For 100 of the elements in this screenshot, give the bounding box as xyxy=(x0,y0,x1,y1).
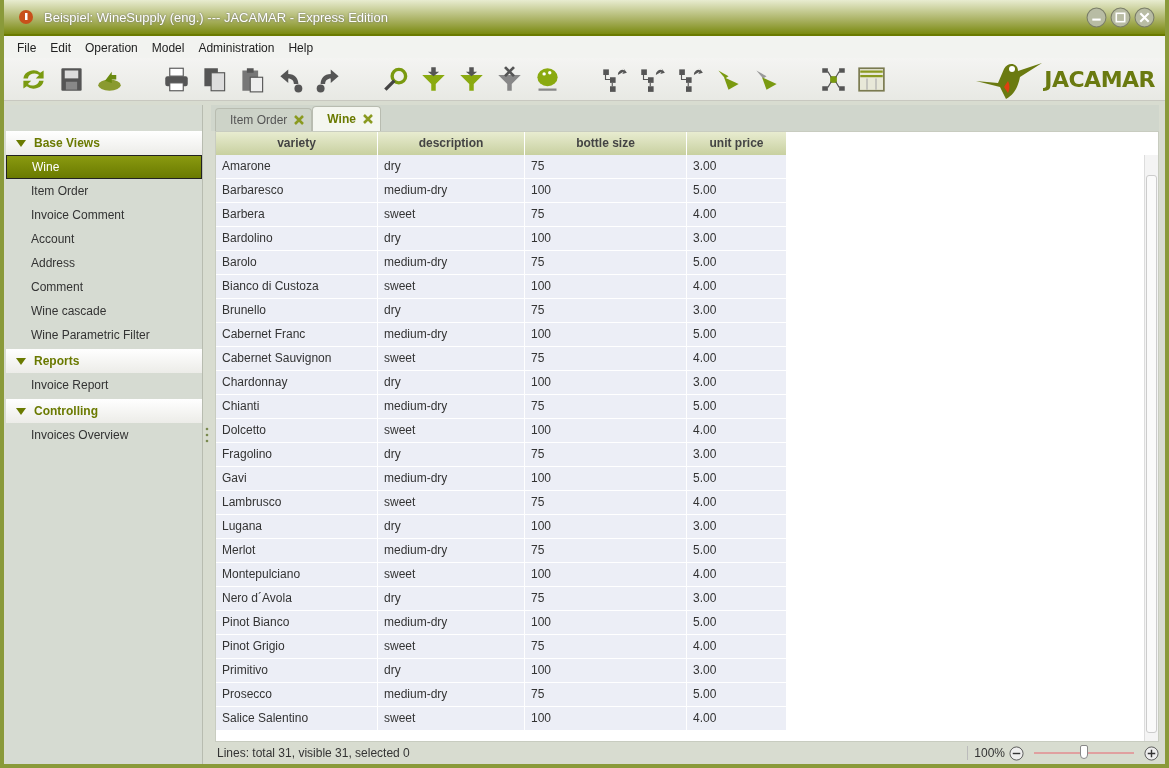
table-cell: 4.00 xyxy=(687,635,787,659)
table-cell: 100 xyxy=(525,275,687,299)
column-header[interactable]: unit price xyxy=(687,132,787,155)
table-cell: Cabernet Franc xyxy=(216,323,378,347)
table-cell: Dolcetto xyxy=(216,419,378,443)
table-cell: Chianti xyxy=(216,395,378,419)
network-icon[interactable] xyxy=(820,65,847,93)
table-cell: 100 xyxy=(525,515,687,539)
table-cell: Barbera xyxy=(216,203,378,227)
close-button[interactable] xyxy=(1134,6,1155,28)
filter-icon[interactable] xyxy=(420,65,447,93)
sidebar-item[interactable]: Wine xyxy=(6,155,202,179)
paste-icon[interactable] xyxy=(239,65,266,93)
table-cell: Fragolino xyxy=(216,443,378,467)
table-cell: Barolo xyxy=(216,251,378,275)
table-cell: medium-dry xyxy=(378,611,525,635)
table-cell: medium-dry xyxy=(378,179,525,203)
table-cell: medium-dry xyxy=(378,539,525,563)
table-cell: 100 xyxy=(525,707,687,731)
print-icon[interactable] xyxy=(163,65,190,93)
table-cell: sweet xyxy=(378,275,525,299)
table-cell: 5.00 xyxy=(687,611,787,635)
section-header[interactable]: Base Views xyxy=(6,131,202,155)
table-cell: dry xyxy=(378,515,525,539)
sidebar-item[interactable]: Account xyxy=(6,227,202,251)
table-cell: 4.00 xyxy=(687,203,787,227)
grip-icon[interactable] xyxy=(205,426,209,443)
table-cell: medium-dry xyxy=(378,467,525,491)
table-cell: 100 xyxy=(525,419,687,443)
menu-item[interactable]: Model xyxy=(144,41,192,55)
table-cell: 75 xyxy=(525,395,687,419)
sidebar-item[interactable]: Wine cascade xyxy=(6,299,202,323)
table-cell: 100 xyxy=(525,611,687,635)
menu-item[interactable]: File xyxy=(10,41,44,55)
sidebar-item[interactable]: Comment xyxy=(6,275,202,299)
table-cell: sweet xyxy=(378,419,525,443)
section-header[interactable]: Controlling xyxy=(6,399,202,423)
table-cell: 5.00 xyxy=(687,251,787,275)
table-cell: Salice Salentino xyxy=(216,707,378,731)
table-cell: 5.00 xyxy=(687,179,787,203)
tab[interactable]: Item Order xyxy=(215,108,313,131)
sidebar-item[interactable]: Invoice Report xyxy=(6,373,202,397)
column-header[interactable]: description xyxy=(378,132,525,155)
table-cell: sweet xyxy=(378,347,525,371)
save-icon[interactable] xyxy=(58,65,85,93)
table-cell: 75 xyxy=(525,635,687,659)
column-header[interactable]: variety xyxy=(216,132,378,155)
tab[interactable]: Wine xyxy=(312,106,381,131)
sidebar-item[interactable]: Item Order xyxy=(6,179,202,203)
zoom-in-button[interactable] xyxy=(1144,745,1159,761)
table-cell: Primitivo xyxy=(216,659,378,683)
table-cell: sweet xyxy=(378,203,525,227)
table-cell: Amarone xyxy=(216,155,378,179)
table-cell: 3.00 xyxy=(687,659,787,683)
table-cell: sweet xyxy=(378,635,525,659)
sidebar-item[interactable]: Address xyxy=(6,251,202,275)
table-cell: dry xyxy=(378,443,525,467)
table-cell: 3.00 xyxy=(687,515,787,539)
table-cell: Prosecco xyxy=(216,683,378,707)
sidebar-item[interactable]: Invoice Comment xyxy=(6,203,202,227)
table-cell: 5.00 xyxy=(687,323,787,347)
table-cell: dry xyxy=(378,371,525,395)
menu-item[interactable]: Edit xyxy=(43,41,79,55)
column-header[interactable]: bottle size xyxy=(525,132,687,155)
table-cell: dry xyxy=(378,299,525,323)
table-cell: 4.00 xyxy=(687,275,787,299)
menu-item[interactable]: Operation xyxy=(78,41,145,55)
menu-item[interactable]: Administration xyxy=(191,41,282,55)
table-cell: Pinot Grigio xyxy=(216,635,378,659)
table-cell: dry xyxy=(378,227,525,251)
table-cell: Bianco di Custoza xyxy=(216,275,378,299)
sidebar-item[interactable]: Wine Parametric Filter xyxy=(6,323,202,347)
copy-icon[interactable] xyxy=(201,65,228,93)
close-icon[interactable] xyxy=(361,113,374,125)
table-icon[interactable] xyxy=(858,65,885,93)
zoom-slider[interactable] xyxy=(1080,745,1088,759)
filter-icon[interactable] xyxy=(458,65,485,93)
table-cell: 3.00 xyxy=(687,299,787,323)
minimize-button[interactable] xyxy=(1086,6,1107,28)
table-cell: Nero d´Avola xyxy=(216,587,378,611)
table-cell: 3.00 xyxy=(687,587,787,611)
maximize-button[interactable] xyxy=(1110,6,1131,28)
table-cell: 75 xyxy=(525,491,687,515)
section-header[interactable]: Reports xyxy=(6,349,202,373)
table-cell: 75 xyxy=(525,299,687,323)
table-cell: 5.00 xyxy=(687,395,787,419)
table-cell: 3.00 xyxy=(687,371,787,395)
table-cell: 100 xyxy=(525,563,687,587)
menu-item[interactable]: Help xyxy=(281,41,321,55)
table-cell: 4.00 xyxy=(687,347,787,371)
table-cell: 100 xyxy=(525,371,687,395)
clear-filter-icon[interactable] xyxy=(496,65,523,93)
table-cell: Bardolino xyxy=(216,227,378,251)
table-cell: sweet xyxy=(378,491,525,515)
sidebar-item[interactable]: Invoices Overview xyxy=(6,423,202,447)
table-cell: 75 xyxy=(525,251,687,275)
table-cell: medium-dry xyxy=(378,395,525,419)
search-icon[interactable] xyxy=(382,65,409,93)
table-cell: dry xyxy=(378,155,525,179)
zoom-out-button[interactable] xyxy=(1009,745,1024,761)
